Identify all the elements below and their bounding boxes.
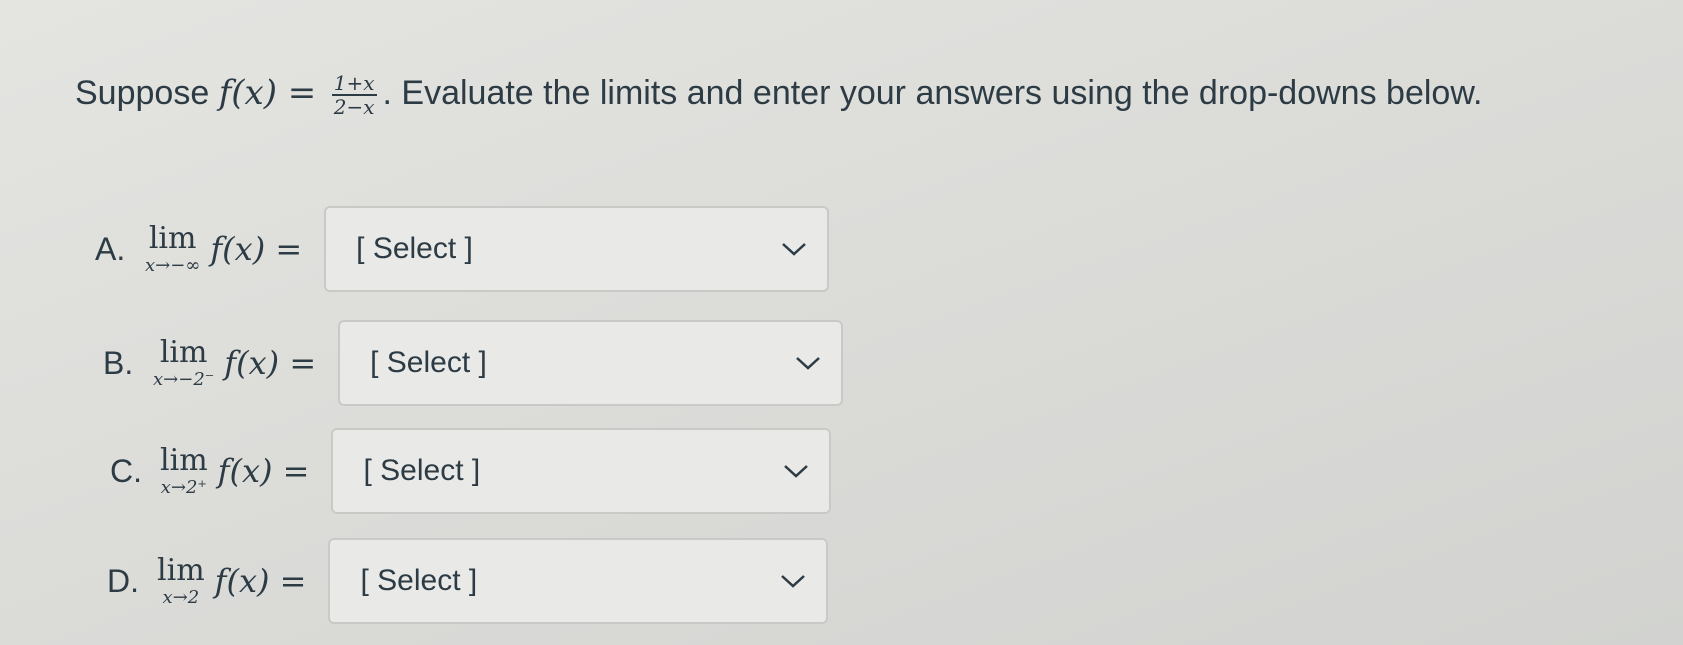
answer-select-d[interactable]: [ Select ] — [328, 538, 829, 624]
limit-expression: lim x→−∞ — [145, 222, 200, 276]
limit-expression: lim x→2⁺ — [160, 444, 208, 498]
answer-select-c[interactable]: [ Select ] — [331, 428, 832, 514]
question-prefix: Suppose — [75, 74, 210, 112]
select-placeholder: [ Select ] — [360, 564, 478, 597]
item-letter: A. — [95, 230, 126, 267]
limit-expression: lim x→−2⁻ — [153, 336, 214, 390]
function-fraction: 1+x 2−x — [331, 71, 377, 120]
answer-select-a[interactable]: [ Select ] — [324, 206, 830, 292]
lim-word: lim — [159, 335, 208, 370]
function-call: f(x) = — [224, 344, 317, 382]
limit-item-b: B. lim x→−2⁻ f(x) = [ Select ] — [103, 320, 844, 406]
question-suffix: . Evaluate the limits and enter your ans… — [382, 74, 1483, 112]
function-lhs: f(x) = — [218, 73, 317, 113]
lim-word: lim — [157, 553, 205, 588]
chevron-down-icon — [796, 357, 820, 370]
limit-item-d: D. lim x→2 f(x) = [ Select ] — [107, 538, 829, 624]
fraction-denominator: 2−x — [333, 95, 375, 120]
select-placeholder: [ Select ] — [363, 454, 481, 487]
lim-word: lim — [148, 221, 197, 256]
item-letter: C. — [110, 452, 142, 489]
function-call: f(x) = — [217, 452, 310, 490]
limit-item-a: A. lim x→−∞ f(x) = [ Select ] — [95, 206, 830, 292]
lim-subscript: x→2 — [162, 587, 200, 608]
select-placeholder: [ Select ] — [370, 346, 487, 379]
chevron-down-icon — [782, 243, 806, 256]
lim-subscript: x→2⁺ — [160, 477, 207, 498]
limit-item-c: C. lim x→2⁺ f(x) = [ Select ] — [110, 428, 832, 514]
select-placeholder: [ Select ] — [356, 232, 473, 265]
lim-word: lim — [160, 443, 208, 478]
question-text: Suppose f(x) = 1+x 2−x . Evaluate the li… — [75, 60, 1575, 126]
lim-subscript: x→−∞ — [145, 255, 201, 276]
answer-select-b[interactable]: [ Select ] — [338, 320, 844, 406]
lim-subscript: x→−2⁻ — [153, 369, 215, 390]
item-letter: B. — [103, 344, 134, 381]
chevron-down-icon — [781, 575, 806, 588]
limit-expression: lim x→2 — [157, 554, 205, 608]
item-letter: D. — [107, 562, 139, 599]
chevron-down-icon — [784, 465, 809, 478]
function-call: f(x) = — [214, 562, 307, 600]
fraction-numerator: 1+x — [331, 71, 377, 97]
function-call: f(x) = — [210, 230, 303, 268]
